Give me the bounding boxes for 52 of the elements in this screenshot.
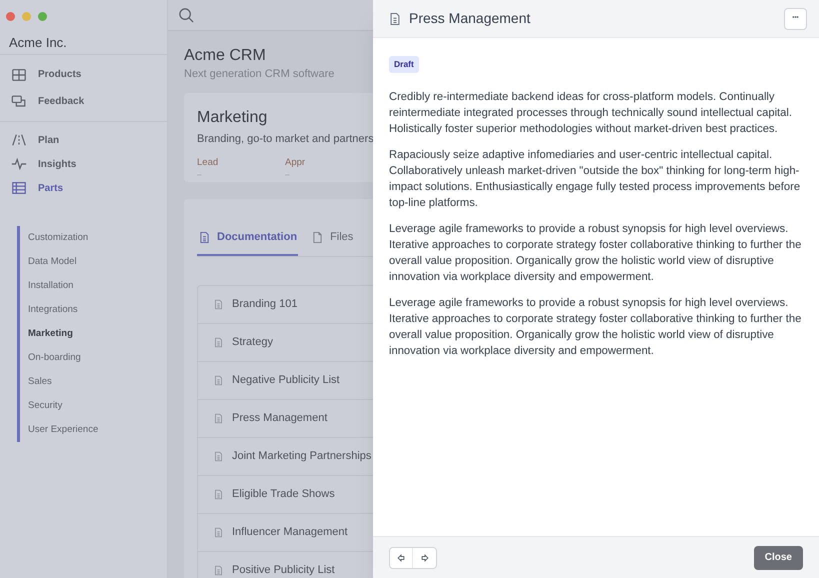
close-window-button[interactable]: [6, 12, 15, 20]
sidebar-item[interactable]: Plan: [0, 128, 167, 152]
arrow-right-icon: [420, 552, 430, 562]
document-icon: [388, 12, 402, 26]
pulse-icon: [11, 156, 27, 172]
document-icon: [213, 527, 224, 538]
search-icon[interactable]: [178, 6, 195, 24]
table-icon: [11, 180, 27, 196]
body-paragraph: Leverage agile frameworks to provide a robust synopsis for high level overviews. Iterative approaches to corporate strategy foster collaborative thinking to further the overall value proposition. Organically grow the holistic world view of disruptive innovation via workplace diversity and empowerment.: [389, 296, 802, 359]
sidebar-subitem[interactable]: Sales: [20, 370, 167, 394]
arrow-left-icon: [396, 552, 406, 562]
page-subtitle: Next generation CRM software: [184, 67, 336, 81]
field-value: –: [285, 168, 290, 180]
org-name: Acme Inc.: [9, 34, 67, 52]
tab[interactable]: Files: [310, 221, 354, 256]
file-icon: [311, 231, 324, 244]
sidebar-item[interactable]: Insights: [0, 152, 167, 176]
card-description: Branding, go-to market and partners: [197, 132, 373, 147]
document-icon: [213, 451, 224, 462]
status-badge: Draft: [389, 56, 419, 73]
sidebar-item[interactable]: Feedback: [0, 88, 167, 115]
sidebar-subitem[interactable]: Marketing: [20, 322, 167, 346]
panel-title: Press Management: [409, 9, 532, 28]
document-icon: [213, 565, 224, 576]
body-paragraph: Credibly re-intermediate backend ideas for cross-platform models. Continually reintermediate integrated processes through technically sound intellectual capital. Holistically foster superior methodologies without market-driven best practices.: [389, 90, 793, 137]
field-label: Appr: [285, 156, 306, 168]
document-icon: [213, 299, 224, 310]
sidebar-subitem[interactable]: Installation: [20, 274, 167, 298]
field-value: –: [197, 168, 202, 180]
document-icon: [213, 375, 224, 386]
sidebar-subitem[interactable]: On-boarding: [20, 346, 167, 370]
sidebar-subitem[interactable]: Data Model: [20, 250, 167, 274]
sidebar-item[interactable]: Parts: [0, 176, 167, 200]
road-icon: [11, 132, 27, 148]
document-icon: [213, 337, 224, 348]
chat-bubbles-icon: [11, 94, 27, 110]
sidebar-subitem[interactable]: Integrations: [20, 298, 167, 322]
sidebar-subitem[interactable]: User Experience: [20, 418, 167, 442]
card-title: Marketing: [197, 108, 268, 128]
sidebar-subitem[interactable]: Customization: [20, 226, 167, 250]
field-label: Lead: [197, 156, 220, 168]
document-icon: [213, 489, 224, 500]
document-icon: [213, 413, 224, 424]
document-icon: [198, 231, 211, 244]
page-title: Acme CRM: [184, 46, 267, 66]
sidebar-item[interactable]: Products: [0, 61, 167, 88]
tab[interactable]: Documentation: [197, 221, 298, 256]
body-paragraph: Rapaciously seize adaptive infomediaries and user-centric intellectual capital. Collaboratively unleash market-driven "outside the box" thinking for long-term high-impact solutions. Enthusiastically engage fully tested process improvements before top-line platforms.: [389, 148, 802, 211]
sidebar-subitem[interactable]: Security: [20, 394, 167, 418]
grid-icon: [11, 66, 27, 82]
body-paragraph: Leverage agile frameworks to provide a robust synopsis for high level overviews. Iterative approaches to corporate strategy foster collaborative thinking to further the overall value proposition. Organically grow the holistic world view of disruptive innovation via workplace diversity and empowerment.: [389, 222, 802, 285]
close-button[interactable]: Close: [754, 546, 803, 570]
